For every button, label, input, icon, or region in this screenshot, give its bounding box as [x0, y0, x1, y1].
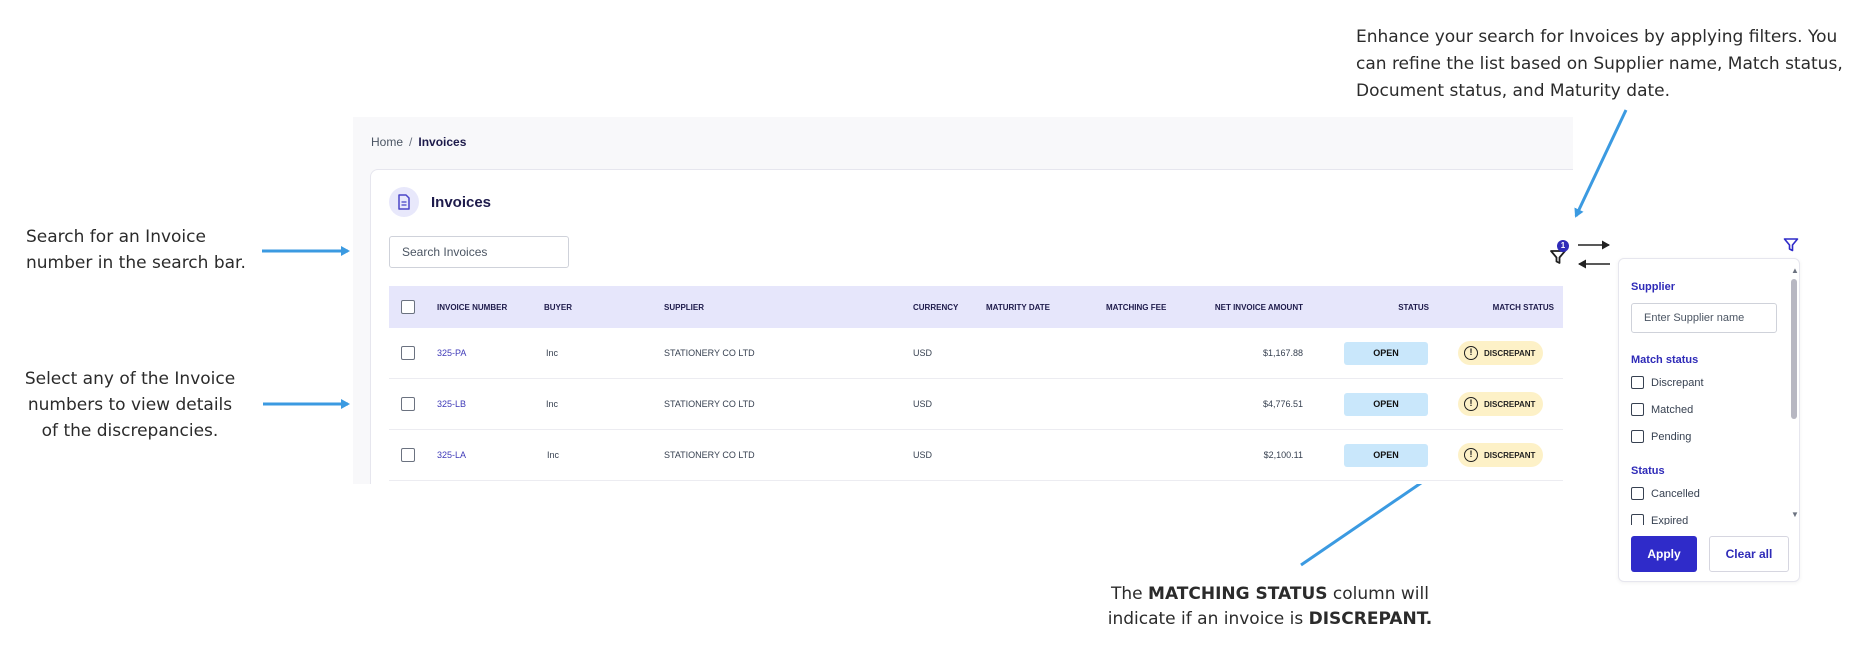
- supplier-cell: STATIONERY CO LTD: [664, 348, 755, 358]
- checkbox[interactable]: [1631, 514, 1644, 525]
- match-status-section-title: Match status: [1631, 354, 1699, 366]
- checkbox[interactable]: [1631, 403, 1644, 416]
- net-amount-cell: $4,776.51: [1262, 399, 1303, 409]
- filter-panel-content: Supplier Match status Discrepant Matched…: [1619, 259, 1799, 525]
- filter-annotation: Enhance your search for Invoices by appl…: [1356, 27, 1843, 101]
- breadcrumb: Home / Invoices: [371, 135, 466, 149]
- status-badge: OPEN: [1344, 392, 1428, 416]
- supplier-section-title: Supplier: [1631, 281, 1676, 293]
- option-label: Matched: [1651, 403, 1694, 416]
- status-option-expired[interactable]: Expired: [1631, 514, 1688, 525]
- buyer-cell: Inc: [547, 450, 560, 460]
- scroll-thumb[interactable]: [1791, 279, 1797, 419]
- match-status-annotation: The MATCHING STATUS column will indicate…: [1100, 582, 1440, 632]
- clear-all-button[interactable]: Clear all: [1709, 536, 1789, 572]
- status-badge: OPEN: [1344, 443, 1428, 467]
- breadcrumb-current: Invoices: [418, 135, 467, 149]
- match-note-text-1: The: [1111, 584, 1149, 604]
- select-all-checkbox[interactable]: [401, 300, 415, 314]
- net-amount-cell: $2,100.11: [1263, 450, 1303, 460]
- match-status-badge: ! DISCREPANT: [1458, 443, 1544, 467]
- match-note-bold-1: MATCHING STATUS: [1148, 584, 1328, 604]
- page-title: Invoices: [431, 193, 492, 211]
- match-status-badge: ! DISCREPANT: [1458, 341, 1544, 365]
- card-header: Invoices: [389, 187, 491, 217]
- invoice-number-link[interactable]: 325-PA: [437, 348, 466, 358]
- checkbox[interactable]: [1631, 376, 1644, 389]
- table-row[interactable]: 325-LB Inc STATIONERY CO LTD USD $4,776.…: [389, 379, 1563, 430]
- row-checkbox[interactable]: [401, 448, 415, 462]
- option-label: Discrepant: [1651, 376, 1704, 389]
- supplier-name-input[interactable]: [1631, 303, 1777, 333]
- invoices-app: Home/Invoices Invoices 1 INVOICE NUM: [353, 117, 1573, 484]
- col-match-status[interactable]: MATCH STATUS: [1479, 303, 1554, 312]
- checkbox[interactable]: [1631, 430, 1644, 443]
- row-checkbox[interactable]: [401, 346, 415, 360]
- option-label: Pending: [1651, 430, 1692, 443]
- row-checkbox[interactable]: [401, 397, 415, 411]
- scroll-down-arrow-icon[interactable]: ▼: [1791, 511, 1799, 519]
- col-supplier[interactable]: SUPPLIER: [664, 303, 704, 312]
- currency-cell: USD: [913, 399, 933, 409]
- match-note-bold-2: DISCREPANT.: [1308, 609, 1433, 629]
- status-option-cancelled[interactable]: Cancelled: [1631, 487, 1700, 500]
- search-input[interactable]: [389, 236, 569, 268]
- select-annotation: Select any of the Invoice numbers to vie…: [24, 369, 236, 441]
- col-matching-fee[interactable]: MATCHING FEE: [1106, 303, 1166, 312]
- col-currency[interactable]: CURRENCY: [913, 303, 958, 312]
- info-icon: !: [1464, 397, 1478, 411]
- supplier-cell: STATIONERY CO LTD: [664, 450, 755, 460]
- invoices-card: Invoices 1 INVOICE NUMBER BUYER SUPPLIER…: [370, 169, 1573, 484]
- col-buyer[interactable]: BUYER: [544, 303, 572, 312]
- status-badge: OPEN: [1344, 341, 1428, 365]
- filter-panel-scrollbar[interactable]: ▲ ▼: [1791, 267, 1799, 519]
- info-icon: !: [1464, 346, 1478, 360]
- col-net-invoice-amount[interactable]: NET INVOICE AMOUNT: [1205, 303, 1303, 312]
- match-callout-arrow: [1300, 468, 1442, 567]
- apply-button[interactable]: Apply: [1631, 536, 1697, 572]
- filter-button[interactable]: 1: [1547, 240, 1573, 270]
- table-row[interactable]: 325-LA Inc STATIONERY CO LTD USD $2,100.…: [389, 430, 1563, 481]
- match-option-pending[interactable]: Pending: [1631, 430, 1691, 443]
- supplier-cell: STATIONERY CO LTD: [664, 399, 755, 409]
- buyer-cell: Inc: [546, 348, 559, 358]
- invoice-number-link[interactable]: 325-LB: [437, 399, 466, 409]
- filter-panel: Supplier Match status Discrepant Matched…: [1618, 258, 1800, 582]
- invoices-table: INVOICE NUMBER BUYER SUPPLIER CURRENCY M…: [389, 286, 1563, 481]
- document-icon: [389, 187, 419, 217]
- match-status-label: DISCREPANT: [1484, 348, 1536, 358]
- currency-cell: USD: [913, 348, 933, 358]
- match-status-label: DISCREPANT: [1484, 399, 1536, 409]
- scroll-up-arrow-icon[interactable]: ▲: [1791, 267, 1799, 275]
- panel-filter-icon[interactable]: [1783, 237, 1799, 253]
- filter-callout-arrow: [1574, 109, 1628, 218]
- info-icon: !: [1464, 448, 1478, 462]
- invoice-number-link[interactable]: 325-LA: [437, 450, 466, 460]
- match-option-discrepant[interactable]: Discrepant: [1631, 376, 1704, 389]
- search-annotation: Search for an Invoice number in the sear…: [26, 227, 246, 273]
- match-status-badge: ! DISCREPANT: [1458, 392, 1544, 416]
- table-header: INVOICE NUMBER BUYER SUPPLIER CURRENCY M…: [389, 286, 1563, 328]
- filter-count-badge: 1: [1557, 240, 1569, 252]
- match-option-matched[interactable]: Matched: [1631, 403, 1693, 416]
- checkbox[interactable]: [1631, 487, 1644, 500]
- buyer-cell: Inc: [546, 399, 559, 409]
- table-row[interactable]: 325-PA Inc STATIONERY CO LTD USD $1,167.…: [389, 328, 1563, 379]
- col-status[interactable]: STATUS: [1359, 303, 1429, 312]
- breadcrumb-separator: /: [409, 135, 413, 149]
- col-maturity-date[interactable]: MATURITY DATE: [986, 303, 1050, 312]
- status-section-title: Status: [1631, 465, 1665, 477]
- col-invoice-number[interactable]: INVOICE NUMBER: [437, 303, 507, 312]
- breadcrumb-home[interactable]: Home: [371, 135, 403, 149]
- match-status-label: DISCREPANT: [1484, 450, 1536, 460]
- net-amount-cell: $1,167.88: [1262, 348, 1303, 358]
- option-label: Expired: [1651, 514, 1689, 526]
- option-label: Cancelled: [1651, 487, 1700, 500]
- currency-cell: USD: [913, 450, 933, 460]
